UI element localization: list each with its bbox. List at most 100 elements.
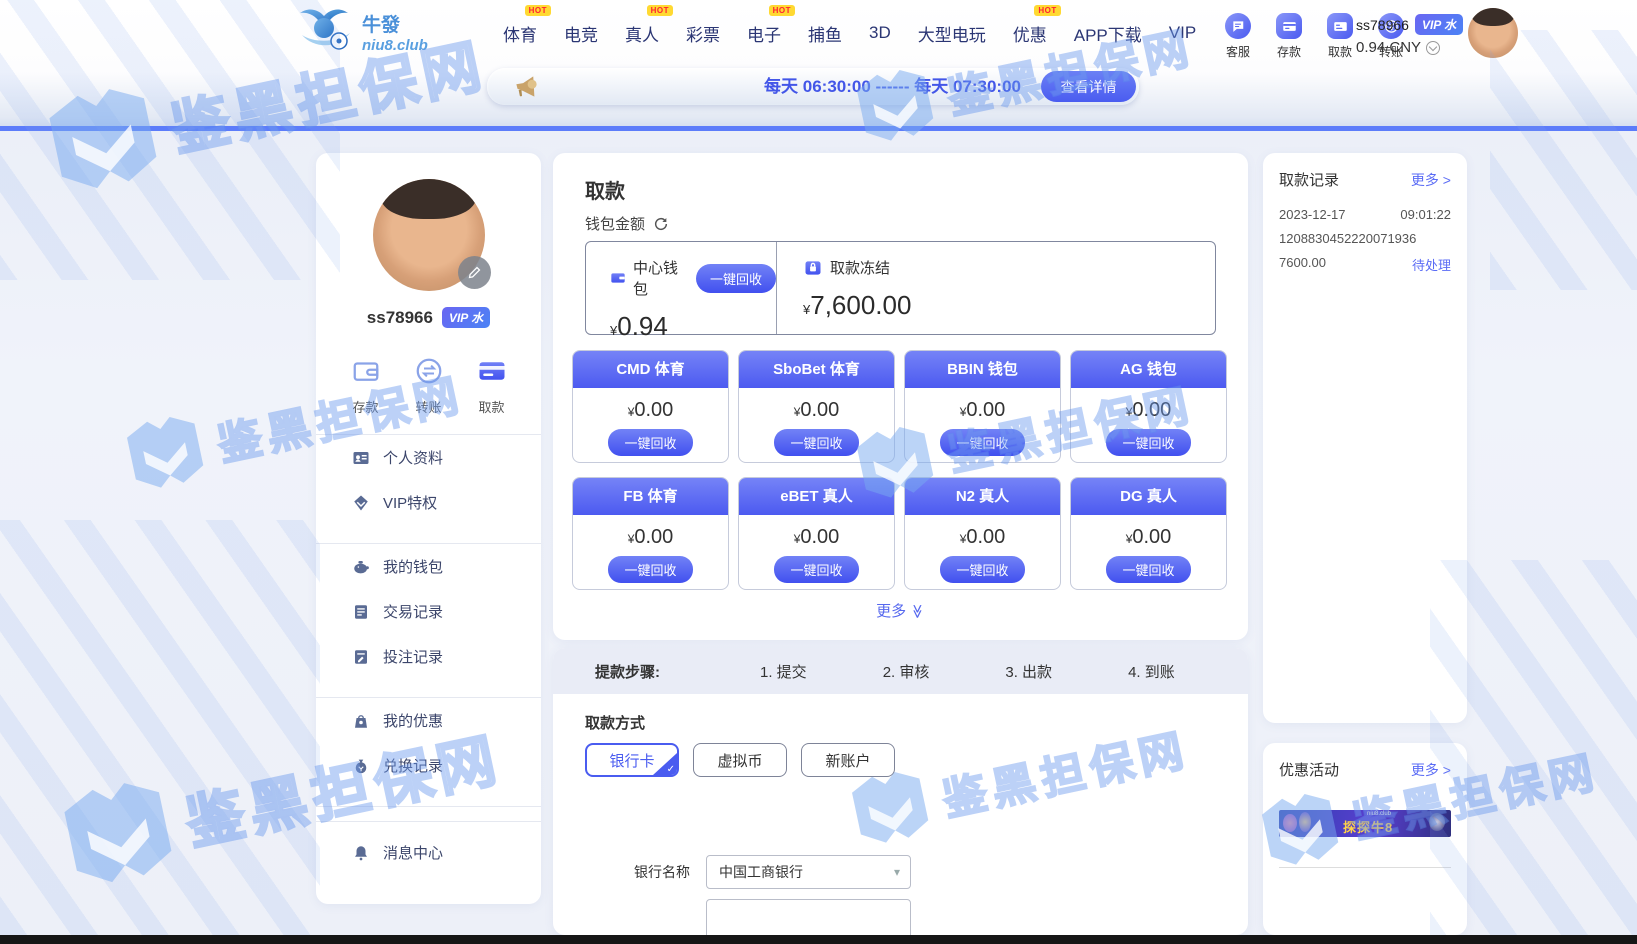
edit-avatar-button[interactable]: [458, 256, 491, 289]
document-lines-icon: [352, 603, 370, 621]
sidebar-deposit-button[interactable]: 存款: [351, 356, 381, 416]
wallet-name: FB 体育: [573, 478, 728, 515]
sidebar-item-redeem[interactable]: 兑换记录: [316, 743, 541, 788]
steps-label: 提款步骤:: [595, 661, 660, 682]
record-amount: 7600.00: [1279, 255, 1326, 274]
record-date: 2023-12-17: [1279, 207, 1346, 222]
sidebar-item-profile[interactable]: 个人资料: [316, 435, 541, 480]
nav-item[interactable]: HOT 体育: [503, 21, 537, 46]
method-options-row1: 银行卡 虚拟币 新账户: [585, 743, 895, 777]
megaphone-icon: [513, 73, 540, 105]
nav-item-label: 捕鱼: [808, 26, 842, 45]
promotions-more-link[interactable]: 更多 >: [1411, 760, 1451, 780]
balance-dropdown-icon[interactable]: [1426, 41, 1440, 55]
wallet-card: BBIN 钱包 ¥0.00 一键回收: [904, 350, 1061, 463]
nav-item[interactable]: HOT 彩票: [686, 21, 720, 46]
wallet-card: CMD 体育 ¥0.00 一键回收: [572, 350, 729, 463]
bank-name-select[interactable]: 中国工商银行 ▾: [706, 855, 911, 889]
nav-item[interactable]: HOT APP下载: [1074, 21, 1142, 46]
sidebar-item-transactions[interactable]: 交易记录: [316, 589, 541, 634]
nav-item[interactable]: HOT 大型电玩: [918, 21, 986, 46]
site-logo[interactable]: 牛發 niu8.club: [296, 5, 428, 64]
records-more-link[interactable]: 更多 >: [1411, 170, 1451, 190]
amount-input[interactable]: [706, 899, 911, 935]
customer-service-button[interactable]: 客服: [1218, 13, 1258, 60]
wallet-name: SboBet 体育: [739, 351, 894, 388]
pencil-icon: [467, 265, 482, 280]
withdraw-method-option[interactable]: 银行卡: [585, 743, 679, 777]
wallet-icon: [351, 356, 381, 386]
promo-banner[interactable]: niu8.club 探探牛8: [1279, 810, 1451, 837]
withdraw-button[interactable]: 取款: [1320, 13, 1360, 60]
recycle-button[interactable]: 一键回收: [940, 429, 1024, 456]
wallet-amount: 0.00: [634, 526, 673, 548]
method-option-label: 新账户: [825, 753, 870, 770]
nav-item[interactable]: HOT 捕鱼: [808, 21, 842, 46]
transfer-icon: [414, 356, 444, 386]
id-card-icon: [352, 449, 370, 467]
username: ss78966: [367, 308, 433, 328]
sidebar-item-vip[interactable]: VIP特权: [316, 480, 541, 525]
promotions-title: 优惠活动: [1279, 759, 1339, 780]
withdraw-steps-bar: 提款步骤: 1. 提交2. 审核3. 出款4. 到账: [553, 648, 1248, 694]
promo-banner-title: 探探牛8: [1343, 817, 1393, 836]
nav-item[interactable]: HOT 优惠: [1013, 21, 1047, 46]
recycle-all-button[interactable]: 一键回收: [696, 264, 776, 293]
sidebar-item-bets[interactable]: 投注记录: [316, 634, 541, 679]
profile-sidebar: ss78966 VIP 水 存款 转账 取款 个人资料 VIP特权: [316, 153, 541, 904]
wallet-balance-label: 钱包金额: [585, 213, 645, 234]
nav-item[interactable]: HOT VIP: [1169, 23, 1196, 43]
recycle-button[interactable]: 一键回收: [774, 556, 858, 583]
wallet-grid: CMD 体育 ¥0.00 一键回收 SboBet 体育 ¥0.00 一键回收 B…: [572, 350, 1227, 590]
status-badge: 待处理: [1412, 255, 1451, 274]
center-wallet-label: 中心钱包: [633, 257, 681, 299]
announcement-bar: 每天 06:30:00 ------ 每天 07:30:00 查看详情: [487, 68, 1139, 105]
wallet-name: AG 钱包: [1071, 351, 1226, 388]
hot-badge: HOT: [1034, 5, 1060, 16]
wallet-card: eBET 真人 ¥0.00 一键回收: [738, 477, 895, 590]
bottom-bar: [0, 935, 1637, 944]
page-title: 取款: [585, 175, 625, 204]
recycle-button[interactable]: 一键回收: [1106, 556, 1190, 583]
recycle-button[interactable]: 一键回收: [1106, 429, 1190, 456]
wallet-amount: 0.00: [800, 526, 839, 548]
recycle-button[interactable]: 一键回收: [940, 556, 1024, 583]
nav-item[interactable]: HOT 电子: [747, 21, 781, 46]
action-label: 取款: [477, 397, 507, 416]
nav-item-label: VIP: [1169, 23, 1196, 42]
hot-badge: HOT: [769, 5, 795, 16]
more-wallets-link[interactable]: 更多≫: [553, 600, 1248, 621]
method-label: 取款方式: [585, 712, 645, 733]
sidebar-transfer-button[interactable]: 转账: [414, 356, 444, 416]
wallet-card: DG 真人 ¥0.00 一键回收: [1070, 477, 1227, 590]
recycle-button[interactable]: 一键回收: [774, 429, 858, 456]
view-details-button[interactable]: 查看详情: [1041, 71, 1136, 102]
recycle-button[interactable]: 一键回收: [608, 429, 692, 456]
wallet-amount: 0.00: [1132, 399, 1171, 421]
sidebar-withdraw-button[interactable]: 取款: [477, 356, 507, 416]
deposit-button[interactable]: 存款: [1269, 13, 1309, 60]
wallet-icon: [610, 268, 626, 288]
stripe-pattern: [0, 520, 320, 944]
wallet-card: AG 钱包 ¥0.00 一键回收: [1070, 350, 1227, 463]
sidebar-item-promotions[interactable]: 我的优惠: [316, 698, 541, 743]
wallet-name: DG 真人: [1071, 478, 1226, 515]
sidebar-item-wallet[interactable]: 我的钱包: [316, 544, 541, 589]
money-bag-icon: [352, 757, 370, 775]
refresh-icon[interactable]: [653, 216, 669, 232]
sidebar-item-messages[interactable]: 消息中心: [316, 830, 541, 875]
frozen-amount: 7,600.00: [810, 290, 911, 320]
recycle-button[interactable]: 一键回收: [608, 556, 692, 583]
nav-item[interactable]: HOT 真人: [625, 21, 659, 46]
step-item: 4. 到账: [1128, 661, 1175, 682]
nav-item[interactable]: HOT 3D: [869, 23, 891, 43]
wallet-card: SboBet 体育 ¥0.00 一键回收: [738, 350, 895, 463]
avatar[interactable]: [1468, 8, 1518, 58]
document-pencil-icon: [352, 648, 370, 666]
quick-action-label: 存款: [1269, 43, 1309, 60]
nav-item[interactable]: HOT 电竞: [564, 21, 598, 46]
withdraw-method-option[interactable]: 虚拟币: [693, 743, 787, 777]
hot-badge: HOT: [525, 5, 551, 16]
nav-item-label: 真人: [625, 26, 659, 45]
withdraw-method-option[interactable]: 新账户: [801, 743, 895, 777]
